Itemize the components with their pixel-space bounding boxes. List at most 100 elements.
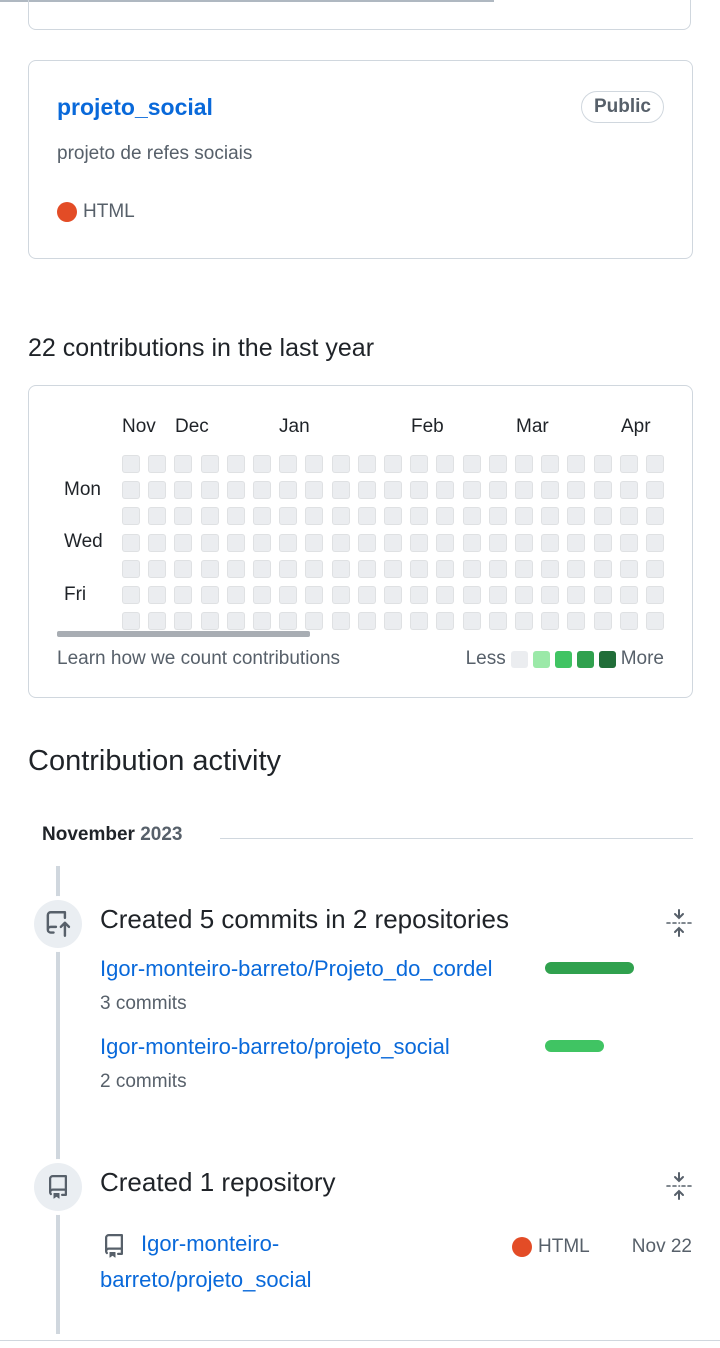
contribution-day-cell[interactable] <box>305 481 324 500</box>
contribution-day-cell[interactable] <box>436 455 455 473</box>
contribution-day-cell[interactable] <box>515 612 533 631</box>
contribution-day-cell[interactable] <box>226 586 245 604</box>
contribution-day-cell[interactable] <box>515 507 533 526</box>
contribution-day-cell[interactable] <box>567 559 586 578</box>
contribution-day-cell[interactable] <box>436 612 455 631</box>
contribution-day-cell[interactable] <box>541 481 560 500</box>
contribution-day-cell[interactable] <box>122 533 140 552</box>
contribution-day-cell[interactable] <box>226 612 245 631</box>
created-repo-link-line2[interactable]: barreto/projeto_social <box>100 1267 312 1293</box>
contribution-day-cell[interactable] <box>436 586 455 604</box>
contribution-day-cell[interactable] <box>305 507 324 526</box>
contribution-day-cell[interactable] <box>619 533 638 552</box>
contribution-day-cell[interactable] <box>384 481 402 500</box>
commit-repo-link[interactable]: Igor-monteiro-barreto/Projeto_do_cordel <box>100 956 493 982</box>
contribution-graph[interactable]: Nov Dec Jan Feb Mar Apr Mon Wed Fri Lear… <box>28 385 693 698</box>
contribution-day-cell[interactable] <box>200 533 219 552</box>
contribution-day-cell[interactable] <box>305 586 324 604</box>
contribution-day-cell[interactable] <box>122 455 140 473</box>
contribution-day-cell[interactable] <box>253 481 271 500</box>
contribution-day-cell[interactable] <box>174 559 193 578</box>
contribution-day-cell[interactable] <box>384 533 402 552</box>
contribution-day-cell[interactable] <box>567 481 586 500</box>
contribution-day-cell[interactable] <box>148 612 167 631</box>
contribution-day-cell[interactable] <box>357 559 376 578</box>
contribution-day-cell[interactable] <box>200 481 219 500</box>
contribution-day-cell[interactable] <box>253 533 271 552</box>
contribution-day-cell[interactable] <box>462 507 481 526</box>
contribution-day-cell[interactable] <box>646 612 664 631</box>
contribution-day-cell[interactable] <box>384 559 402 578</box>
contribution-day-cell[interactable] <box>593 586 612 604</box>
contribution-day-cell[interactable] <box>148 533 167 552</box>
contribution-day-cell[interactable] <box>200 586 219 604</box>
contribution-day-cell[interactable] <box>593 533 612 552</box>
contribution-day-cell[interactable] <box>488 586 507 604</box>
contribution-day-cell[interactable] <box>646 507 664 526</box>
contribution-day-cell[interactable] <box>331 455 350 473</box>
contribution-day-cell[interactable] <box>357 586 376 604</box>
contribution-day-cell[interactable] <box>331 586 350 604</box>
contribution-day-cell[interactable] <box>357 612 376 631</box>
contribution-day-cell[interactable] <box>619 559 638 578</box>
contribution-day-cell[interactable] <box>148 507 167 526</box>
contribution-day-cell[interactable] <box>436 533 455 552</box>
contribution-day-cell[interactable] <box>541 559 560 578</box>
contribution-day-cell[interactable] <box>279 533 298 552</box>
contribution-day-cell[interactable] <box>226 559 245 578</box>
contribution-day-cell[interactable] <box>357 481 376 500</box>
contribution-day-cell[interactable] <box>122 507 140 526</box>
contribution-day-cell[interactable] <box>593 455 612 473</box>
contribution-day-cell[interactable] <box>462 586 481 604</box>
contribution-day-cell[interactable] <box>357 507 376 526</box>
contribution-day-cell[interactable] <box>122 559 140 578</box>
contribution-day-cell[interactable] <box>619 455 638 473</box>
contribution-day-cell[interactable] <box>462 533 481 552</box>
contribution-day-cell[interactable] <box>646 455 664 473</box>
contribution-day-cell[interactable] <box>279 559 298 578</box>
contribution-day-cell[interactable] <box>148 481 167 500</box>
contribution-day-cell[interactable] <box>174 455 193 473</box>
contribution-day-cell[interactable] <box>253 455 271 473</box>
contribution-day-cell[interactable] <box>462 612 481 631</box>
contribution-day-cell[interactable] <box>488 507 507 526</box>
contribution-day-cell[interactable] <box>174 507 193 526</box>
contribution-day-cell[interactable] <box>541 612 560 631</box>
contribution-day-cell[interactable] <box>279 612 298 631</box>
contribution-day-cell[interactable] <box>174 612 193 631</box>
contribution-day-cell[interactable] <box>279 507 298 526</box>
contribution-day-cell[interactable] <box>384 586 402 604</box>
contribution-day-cell[interactable] <box>593 507 612 526</box>
contribution-day-cell[interactable] <box>488 612 507 631</box>
contribution-day-cell[interactable] <box>226 455 245 473</box>
contribution-day-cell[interactable] <box>357 455 376 473</box>
contribution-day-cell[interactable] <box>515 455 533 473</box>
contribution-day-cell[interactable] <box>174 586 193 604</box>
contribution-day-cell[interactable] <box>646 586 664 604</box>
contribution-day-cell[interactable] <box>619 507 638 526</box>
contribution-day-cell[interactable] <box>488 533 507 552</box>
contribution-day-cell[interactable] <box>253 507 271 526</box>
contribution-day-cell[interactable] <box>122 481 140 500</box>
contribution-day-cell[interactable] <box>593 612 612 631</box>
contribution-day-cell[interactable] <box>331 507 350 526</box>
graph-scrollbar[interactable] <box>57 631 310 637</box>
contribution-day-cell[interactable] <box>567 533 586 552</box>
contribution-day-cell[interactable] <box>226 481 245 500</box>
contribution-day-cell[interactable] <box>331 612 350 631</box>
contribution-day-cell[interactable] <box>567 455 586 473</box>
contribution-day-cell[interactable] <box>410 586 429 604</box>
repo-name-link[interactable]: projeto_social <box>57 94 213 121</box>
contribution-day-cell[interactable] <box>357 533 376 552</box>
contribution-day-cell[interactable] <box>410 559 429 578</box>
contribution-day-cell[interactable] <box>593 481 612 500</box>
contribution-day-cell[interactable] <box>253 559 271 578</box>
contribution-day-cell[interactable] <box>305 533 324 552</box>
contribution-day-cell[interactable] <box>488 481 507 500</box>
contribution-day-cell[interactable] <box>646 533 664 552</box>
contribution-day-cell[interactable] <box>436 559 455 578</box>
contribution-day-cell[interactable] <box>253 612 271 631</box>
created-repo-link-line1[interactable]: Igor-monteiro- <box>141 1231 279 1257</box>
contribution-day-cell[interactable] <box>515 533 533 552</box>
contribution-day-cell[interactable] <box>567 612 586 631</box>
